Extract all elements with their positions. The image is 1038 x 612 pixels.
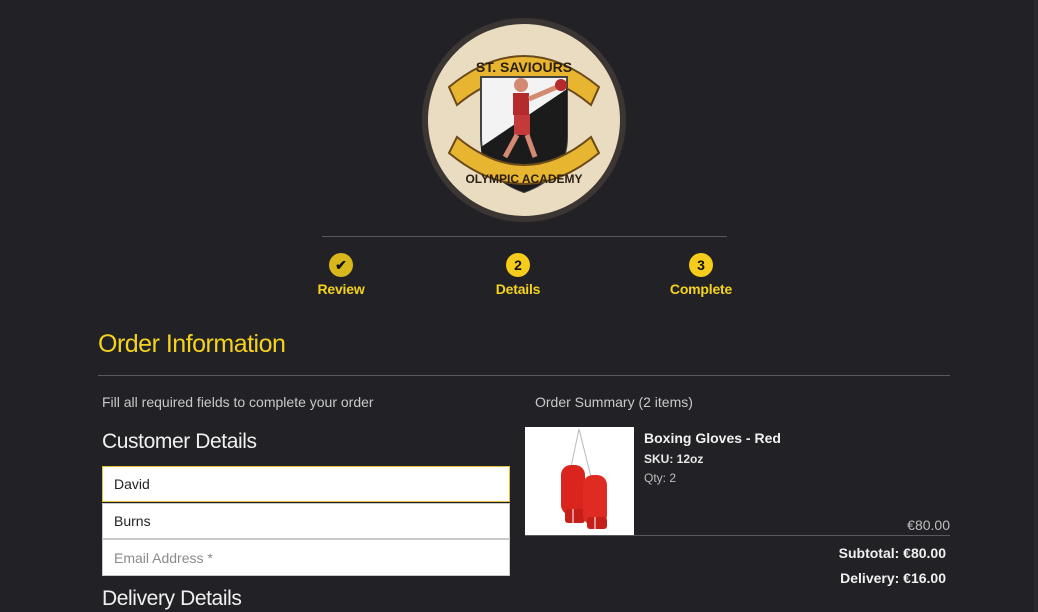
first-name-field[interactable] (102, 466, 510, 502)
instructions-text: Fill all required fields to complete you… (102, 394, 374, 410)
customer-details-heading: Customer Details (102, 430, 257, 453)
product-price: €80.00 (907, 517, 950, 533)
product-sku: SKU: 12oz (644, 452, 704, 466)
order-summary-heading: Order Summary (2 items) (535, 394, 693, 410)
check-icon: ✔ (329, 253, 353, 277)
step-details-number: 2 (506, 253, 530, 277)
product-qty: Qty: 2 (644, 471, 677, 485)
subtotal-text: Subtotal: €80.00 (838, 545, 946, 561)
email-input[interactable] (103, 540, 509, 575)
last-name-field[interactable] (102, 503, 510, 539)
title-divider (98, 375, 950, 376)
delivery-cost-text: Delivery: €16.00 (840, 570, 946, 586)
scrollbar[interactable] (1034, 0, 1038, 612)
delivery-details-heading: Delivery Details (102, 587, 242, 610)
logo-top-text: ST. SAVIOURS (476, 59, 572, 75)
step-complete-number: 3 (689, 253, 713, 277)
product-name[interactable]: Boxing Gloves - Red (644, 430, 781, 446)
academy-logo: ST. SAVIOURS OLYMPIC ACADEMY (421, 17, 627, 223)
logo-bottom-text: OLYMPIC ACADEMY (465, 172, 582, 186)
step-details-label: Details (495, 281, 541, 297)
step-review-label: Review (317, 281, 365, 297)
step-review[interactable]: ✔ Review (296, 253, 386, 297)
step-complete[interactable]: 3 Complete (656, 253, 746, 297)
step-details[interactable]: 2 Details (473, 253, 563, 297)
summary-divider (525, 535, 950, 536)
progress-line (322, 236, 727, 237)
step-complete-label: Complete (669, 281, 733, 297)
page-title: Order Information (98, 330, 286, 358)
email-field[interactable] (102, 539, 510, 576)
first-name-input[interactable] (103, 467, 509, 501)
product-image-boxing-gloves (525, 427, 634, 535)
last-name-input[interactable] (103, 504, 509, 538)
